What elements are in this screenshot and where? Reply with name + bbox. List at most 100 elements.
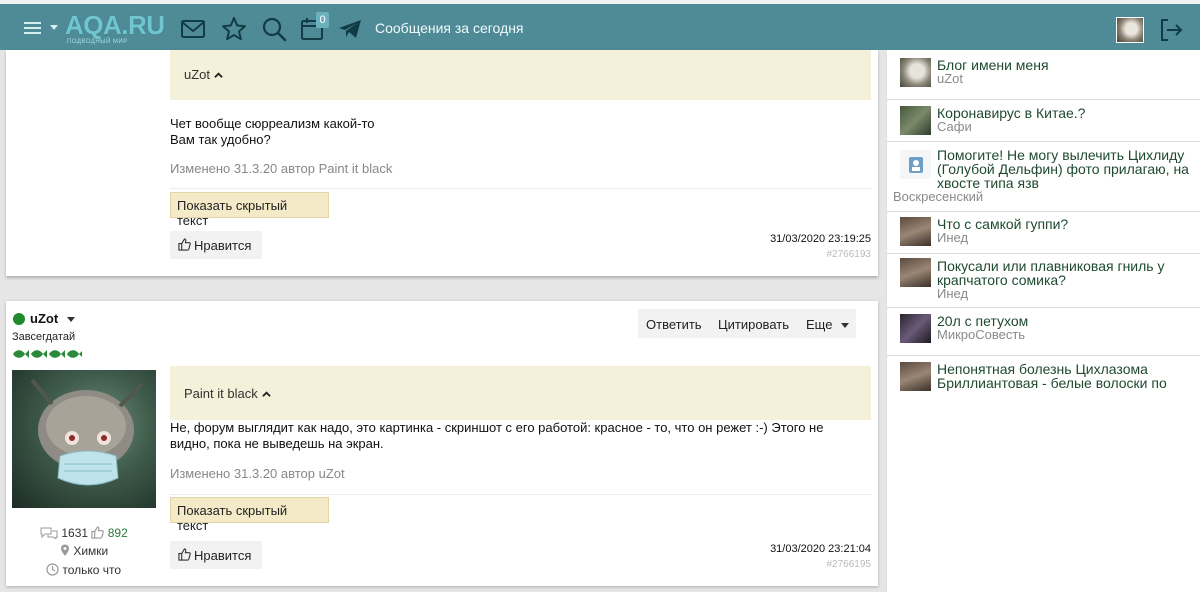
author-stats: 1631 892 bbox=[40, 526, 128, 540]
mail-icon[interactable] bbox=[180, 16, 206, 42]
post-text-line: Не, форум выглядит как надо, это картинк… bbox=[170, 420, 824, 435]
show-hidden-text-button[interactable]: Показать скрытый текст bbox=[170, 497, 329, 533]
like-label: Нравится bbox=[194, 548, 252, 563]
topic-author: Инед bbox=[937, 230, 969, 245]
topic-title-line: 20л с петухом bbox=[937, 313, 1029, 329]
rank-fish-icons bbox=[13, 350, 82, 358]
post-datetime[interactable]: 31/03/2020 23:21:04 bbox=[731, 543, 871, 555]
topic-title-line: Коронавирус в Китае.? bbox=[937, 105, 1086, 121]
author-menu-caret-icon[interactable] bbox=[67, 317, 75, 322]
menu-icon[interactable] bbox=[24, 22, 41, 34]
chevron-up-icon bbox=[214, 72, 223, 78]
author-location: Химки bbox=[60, 544, 108, 558]
top-navbar: AQA.RU ПОДВОДНЫЙ МИР 0 Сообщения за сего… bbox=[0, 4, 1200, 50]
post-text-line: Чет вообще сюрреализм какой-то bbox=[170, 116, 375, 131]
divider bbox=[170, 188, 871, 189]
topic-author: Инед bbox=[937, 286, 969, 301]
quote-author: uZot bbox=[184, 67, 211, 82]
user-avatar[interactable] bbox=[1116, 17, 1144, 43]
topic-title: Покусали или плавниковая гниль у крапчат… bbox=[937, 259, 1199, 287]
topic-item[interactable]: Коронавирус в Китае.? Сафи bbox=[887, 100, 1200, 142]
reply-button[interactable]: Ответить bbox=[646, 317, 702, 332]
topic-thumbnail bbox=[900, 106, 931, 135]
topic-author: Воскресенский bbox=[893, 189, 984, 204]
user-avatar-icon bbox=[909, 157, 923, 173]
chevron-down-icon bbox=[841, 323, 849, 328]
like-label: Нравится bbox=[194, 238, 252, 253]
notification-badge[interactable]: 0 bbox=[316, 12, 329, 28]
author-city: Химки bbox=[73, 544, 109, 558]
author-posts-count: 1631 bbox=[61, 526, 89, 540]
divider bbox=[170, 494, 871, 495]
topic-title-line: Помогите! Не могу вылечить Цихлиду bbox=[937, 147, 1185, 163]
topic-item[interactable]: Помогите! Не могу вылечить Цихлиду (Голу… bbox=[887, 142, 1200, 212]
thumbs-up-icon bbox=[178, 238, 191, 251]
quote-button[interactable]: Цитировать bbox=[718, 317, 789, 332]
post-datetime[interactable]: 31/03/2020 23:19:25 bbox=[731, 233, 871, 245]
topic-title-line: Покусали или плавниковая гниль у bbox=[937, 258, 1165, 274]
like-button[interactable]: Нравится bbox=[170, 231, 262, 259]
edited-note: Изменено 31.3.20 автор uZot bbox=[170, 466, 345, 481]
telegram-icon[interactable] bbox=[337, 16, 363, 42]
logo-text: AQA.RU bbox=[65, 10, 165, 40]
topic-thumbnail bbox=[900, 150, 931, 179]
post-text: Не, форум выглядит как надо, это картинк… bbox=[170, 420, 870, 452]
post-id[interactable]: #2766195 bbox=[771, 559, 872, 570]
post-id[interactable]: #2766193 bbox=[771, 249, 872, 260]
more-label: Еще bbox=[806, 317, 833, 332]
clock-icon bbox=[46, 563, 59, 576]
topic-item[interactable]: Непонятная болезнь Цихлазома Бриллиантов… bbox=[887, 356, 1200, 396]
site-logo[interactable]: AQA.RU ПОДВОДНЫЙ МИР bbox=[65, 10, 165, 46]
topic-title: Блог имени меня bbox=[937, 58, 1199, 72]
more-button[interactable]: Еще bbox=[806, 317, 849, 332]
search-icon[interactable] bbox=[261, 16, 287, 42]
star-icon[interactable] bbox=[221, 16, 247, 42]
topic-thumbnail bbox=[900, 217, 931, 246]
author-avatar[interactable] bbox=[12, 370, 156, 508]
quote-block: uZot bbox=[170, 50, 871, 100]
topic-title: Непонятная болезнь Цихлазома Бриллиантов… bbox=[937, 362, 1199, 390]
author-last-seen-text: только что bbox=[62, 563, 122, 577]
topic-thumbnail bbox=[900, 258, 931, 287]
topic-title-line: Непонятная болезнь Цихлазома bbox=[937, 361, 1148, 377]
thumbs-up-icon bbox=[178, 548, 191, 561]
quote-block: Paint it black bbox=[170, 366, 871, 420]
post-text-line: Вам так удобно? bbox=[170, 132, 271, 147]
topic-item[interactable]: Блог имени меня uZot bbox=[887, 50, 1200, 100]
topic-item[interactable]: Что с самкой гуппи? Инед bbox=[887, 212, 1200, 254]
author-name[interactable]: uZot bbox=[30, 311, 58, 326]
posts-column: uZot Чет вообще сюрреализм какой-то Вам … bbox=[0, 50, 886, 592]
show-hidden-text-button[interactable]: Показать скрытый текст bbox=[170, 192, 329, 228]
topic-thumbnail bbox=[900, 362, 931, 391]
like-button[interactable]: Нравится bbox=[170, 541, 262, 569]
quote-author-toggle[interactable]: uZot bbox=[184, 67, 223, 82]
topic-item[interactable]: 20л с петухом МикроСовесть bbox=[887, 308, 1200, 356]
post-card: uZot Чет вообще сюрреализм какой-то Вам … bbox=[6, 50, 878, 276]
topic-title-line: Что с самкой гуппи? bbox=[937, 216, 1069, 232]
quote-author: Paint it black bbox=[184, 386, 258, 401]
topic-thumbnail bbox=[900, 58, 931, 87]
post-actions: Ответить Цитировать Еще bbox=[638, 309, 856, 338]
topic-title: 20л с петухом bbox=[937, 314, 1199, 328]
topic-title-line: Блог имени меня bbox=[937, 57, 1049, 73]
topic-author: uZot bbox=[937, 71, 964, 86]
quote-author-toggle[interactable]: Paint it black bbox=[184, 386, 271, 401]
logout-icon[interactable] bbox=[1158, 17, 1184, 43]
recent-topics-sidebar: Блог имени меня uZot Коронавирус в Китае… bbox=[886, 50, 1200, 592]
post-card: uZot Завсегдатай 1631 892 Химки только ч… bbox=[6, 301, 878, 586]
topic-title: Коронавирус в Китае.? bbox=[937, 106, 1199, 120]
topic-title-line: крапчатого сомика? bbox=[937, 272, 1066, 288]
author-likes-count: 892 bbox=[107, 526, 128, 540]
post-text: Чет вообще сюрреализм какой-то Вам так у… bbox=[170, 116, 375, 148]
topic-title: Что с самкой гуппи? bbox=[937, 217, 1199, 231]
topic-title-line: (Голубой Дельфин) фото прилагаю, на bbox=[937, 161, 1189, 177]
thumbs-up-icon bbox=[91, 526, 105, 539]
topic-title-line: Бриллиантовая - белые волоски по bbox=[937, 375, 1167, 391]
edited-note: Изменено 31.3.20 автор Paint it black bbox=[170, 161, 393, 176]
menu-caret-icon[interactable] bbox=[50, 25, 58, 30]
page-title[interactable]: Сообщения за сегодня bbox=[375, 20, 524, 36]
topic-thumbnail bbox=[900, 314, 931, 343]
topic-item[interactable]: Покусали или плавниковая гниль у крапчат… bbox=[887, 254, 1200, 308]
author-last-seen: только что bbox=[46, 563, 121, 577]
topic-title: Помогите! Не могу вылечить Цихлиду (Голу… bbox=[937, 148, 1199, 190]
